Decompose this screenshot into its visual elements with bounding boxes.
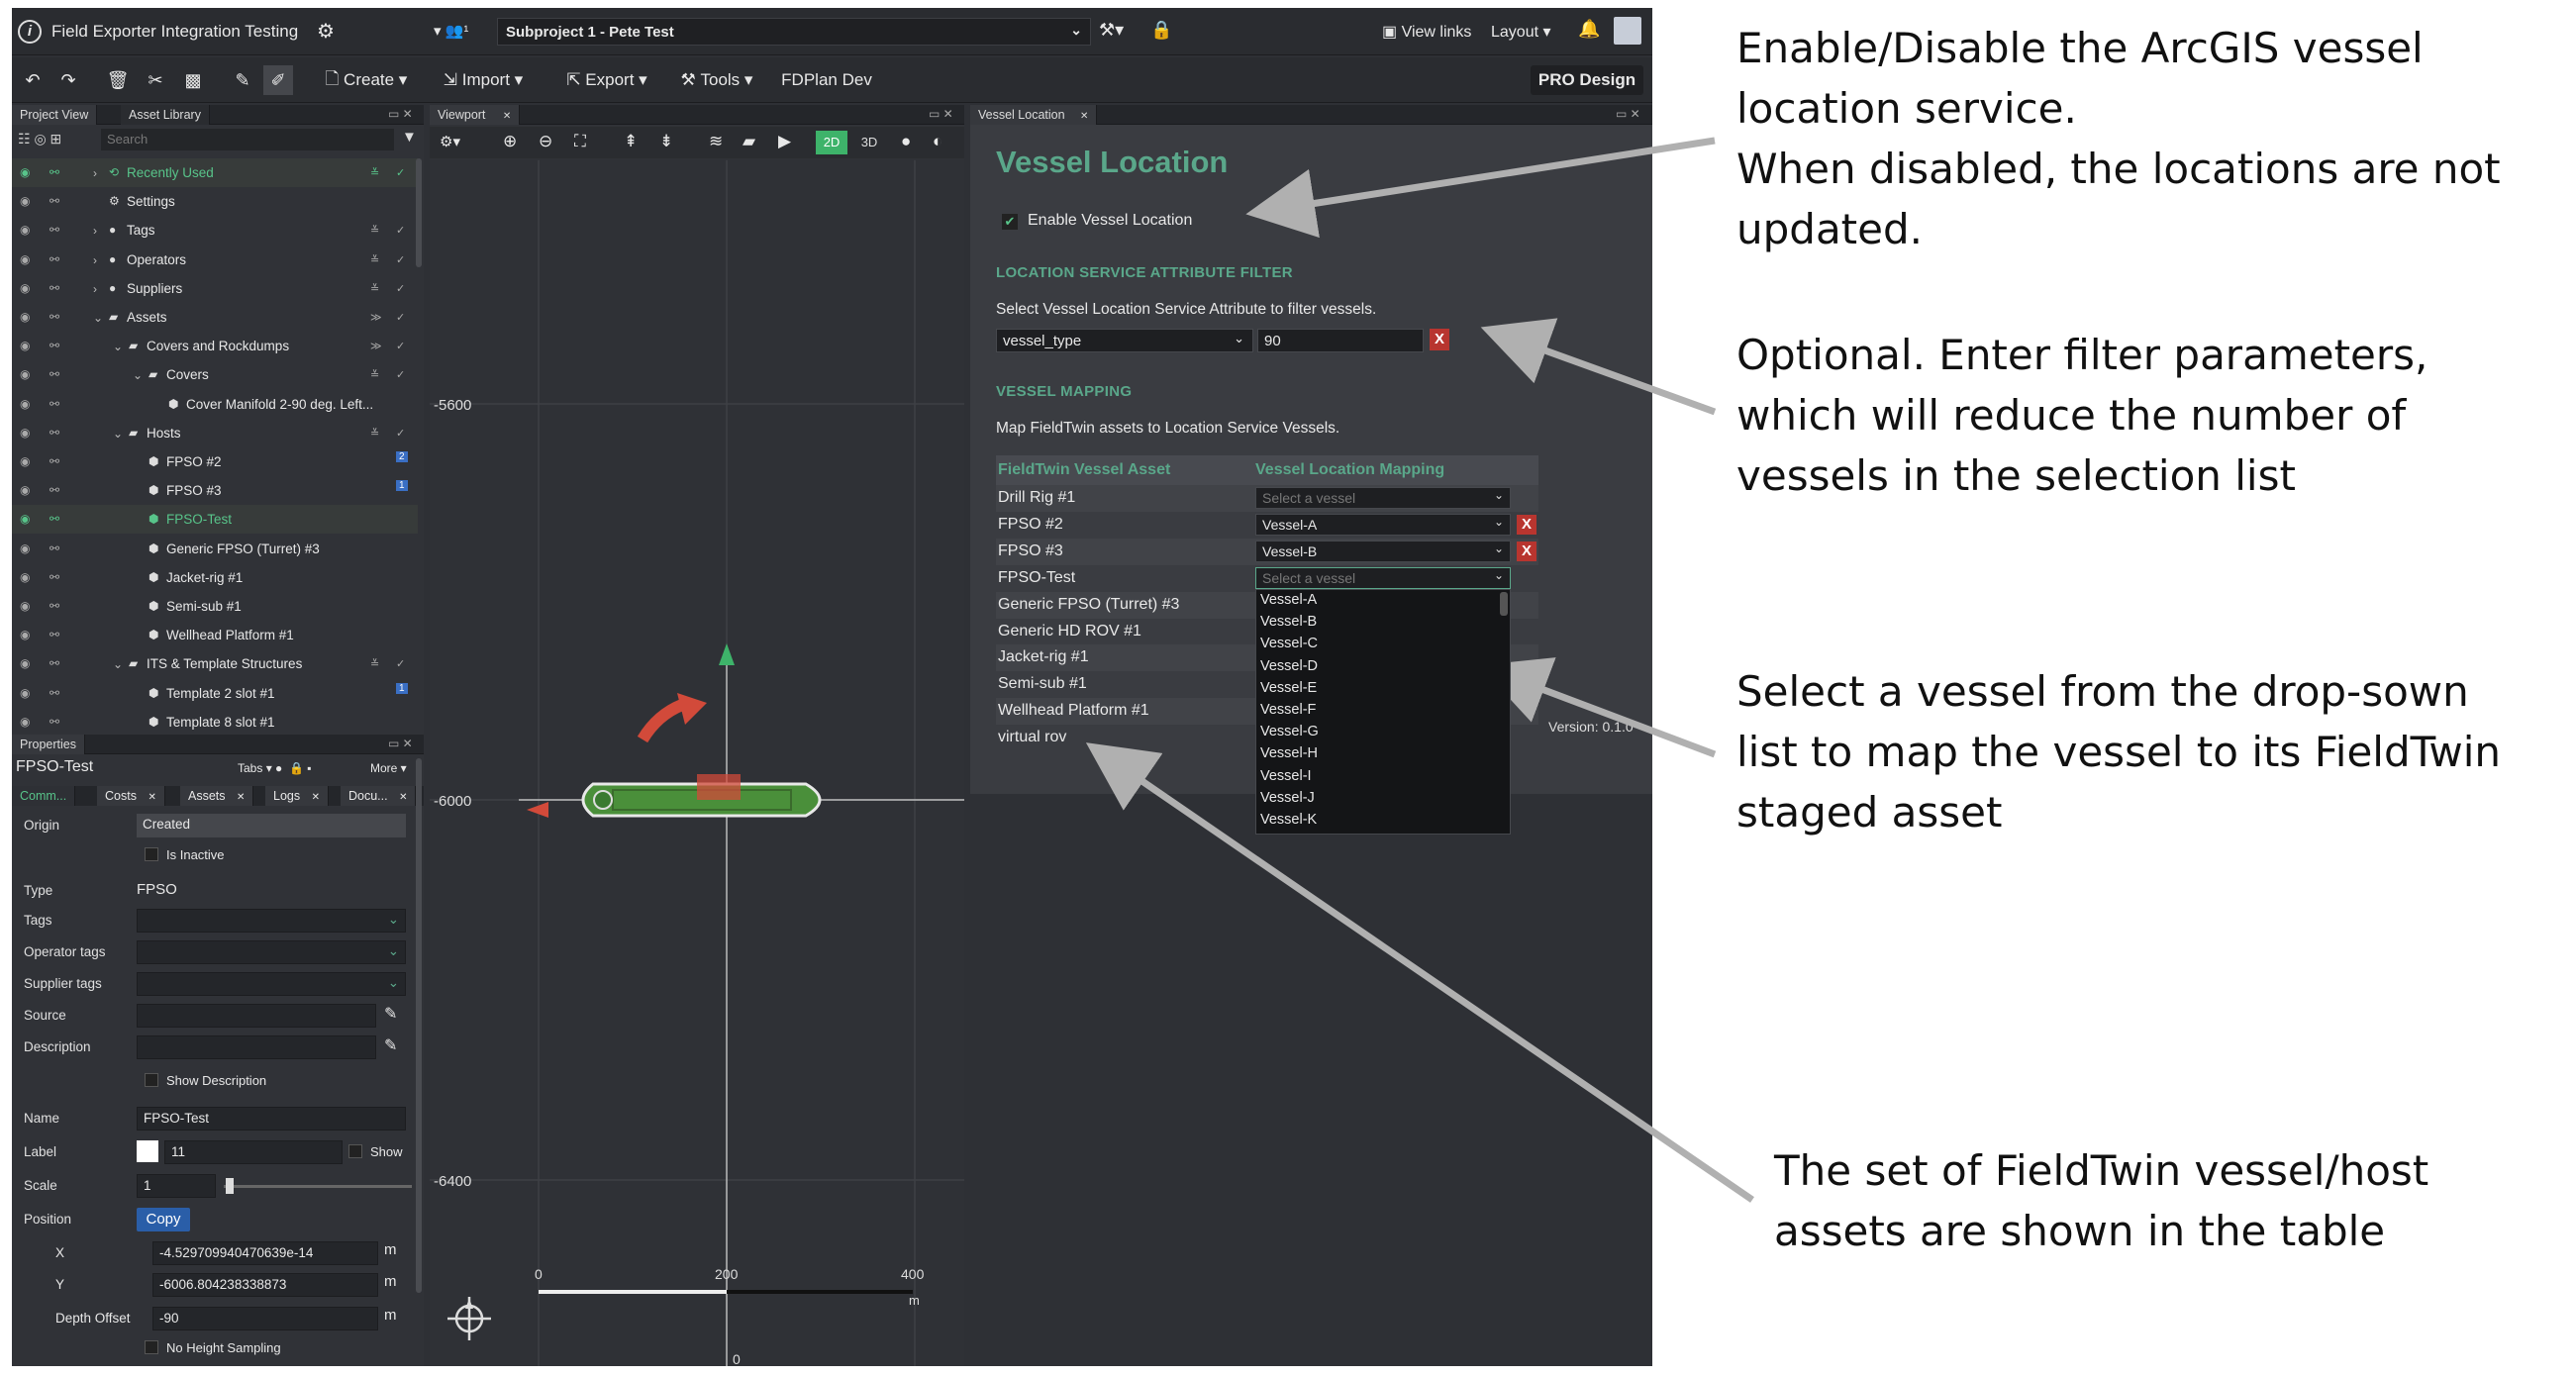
callout-line: Select a vessel from the drop-sown <box>1736 667 2469 716</box>
callout-line: assets are shown in the table <box>1774 1207 2386 1255</box>
vessel-option[interactable]: Vessel-B <box>1260 614 1317 630</box>
callout-arrow <box>1480 318 1717 416</box>
vessel-option[interactable]: Vessel-D <box>1260 658 1318 674</box>
vessel-option[interactable]: Vessel-H <box>1260 745 1318 761</box>
vessel-option[interactable]: Vessel-G <box>1260 724 1319 739</box>
vessel-option[interactable]: Vessel-C <box>1260 636 1318 651</box>
vessel-option[interactable]: Vessel-E <box>1260 680 1317 696</box>
callout-arrow <box>1478 657 1717 758</box>
callout-line: staged asset <box>1736 788 2003 837</box>
callout-line: which will reduce the number of <box>1736 391 2407 440</box>
callout-line: location service. <box>1736 84 2077 133</box>
callout-line: list to map the vessel to its FieldTwin <box>1736 728 2501 776</box>
callout-line: updated. <box>1736 205 1923 253</box>
vessel-dropdown-list[interactable]: Vessel-A Vessel-B Vessel-C Vessel-D Vessel-E… <box>1255 589 1511 835</box>
callout-line: When disabled, the locations are not <box>1736 145 2501 193</box>
vessel-option[interactable]: Vessel-I <box>1260 768 1312 784</box>
callout-line: Enable/Disable the ArcGIS vessel <box>1736 24 2424 72</box>
vessel-dropdown-options: Vessel-A Vessel-B Vessel-C Vessel-D Vessel-E… <box>1256 590 1510 834</box>
vessel-option[interactable]: Vessel-A <box>1260 592 1317 608</box>
callout-table: The set of FieldTwin vessel/host assets … <box>1774 1140 2428 1261</box>
callout-line: The set of FieldTwin vessel/host <box>1774 1146 2429 1195</box>
vessel-option[interactable]: Vessel-F <box>1260 702 1316 718</box>
callout-enable-service: Enable/Disable the ArcGIS vessel locatio… <box>1736 18 2501 259</box>
callout-arrow <box>1245 137 1716 239</box>
dropdown-scrollbar[interactable] <box>1500 592 1508 616</box>
callout-filter: Optional. Enter filter parameters, which… <box>1736 325 2427 506</box>
callout-line: Optional. Enter filter parameters, <box>1736 331 2428 379</box>
vessel-option[interactable]: Vessel-K <box>1260 812 1317 828</box>
vessel-option[interactable]: Vessel-J <box>1260 790 1315 806</box>
callout-line: vessels in the selection list <box>1736 451 2296 500</box>
callout-select-vessel: Select a vessel from the drop-sown list … <box>1736 661 2501 842</box>
